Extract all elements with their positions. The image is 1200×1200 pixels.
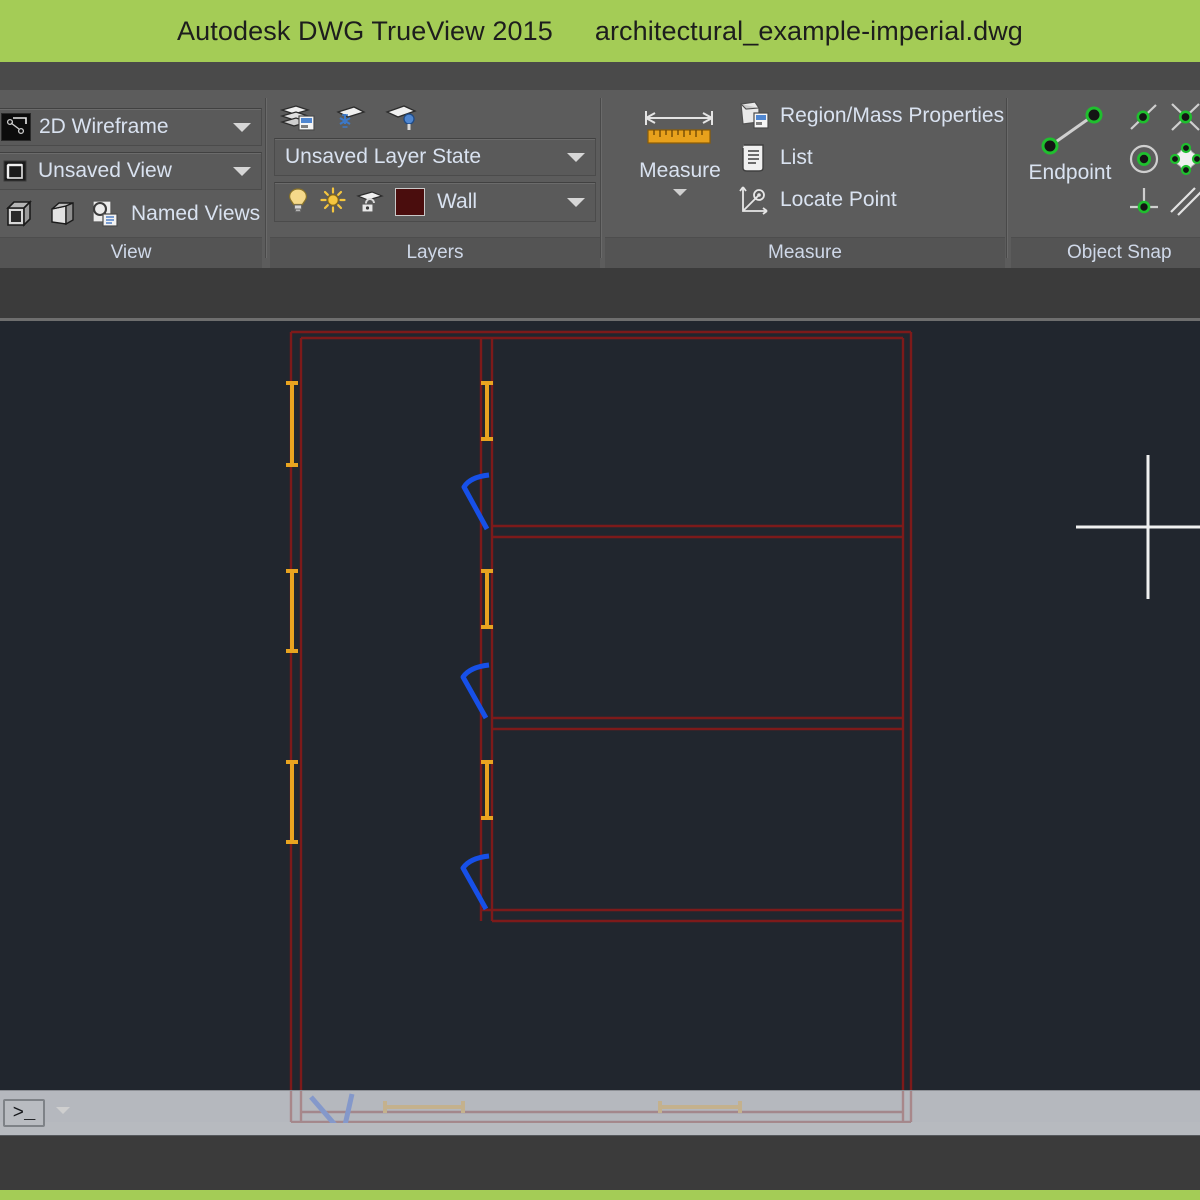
list-icon — [742, 144, 764, 172]
command-line-bar[interactable]: >_ — [0, 1090, 1200, 1137]
view-combo-value: Unsaved View — [38, 159, 172, 182]
ribbon-panel-object-snap: Endpoint Object Snap — [1011, 90, 1200, 268]
snap-center-icon — [1129, 144, 1159, 174]
chevron-down-icon[interactable] — [567, 152, 585, 162]
locate-point-button[interactable]: Locate Point — [737, 184, 897, 216]
ribbon-tab-strip[interactable] — [0, 62, 1200, 91]
drawing-see-through — [289, 1091, 913, 1123]
box-solid-icon — [6, 200, 32, 227]
visual-style-value: 2D Wireframe — [39, 115, 169, 138]
snap-endpoint-icon — [1041, 106, 1103, 155]
panel-divider — [265, 98, 267, 258]
chevron-down-icon[interactable] — [56, 1107, 70, 1114]
chevron-down-icon[interactable] — [233, 166, 251, 176]
locate-point-label: Locate Point — [780, 188, 897, 211]
panel-title-view: View — [0, 237, 262, 268]
visual-style-icon — [1, 113, 31, 141]
application-title: Autodesk DWG TrueView 2015 — [177, 15, 553, 46]
snap-center-button[interactable] — [1123, 140, 1165, 183]
locate-point-icon — [739, 186, 768, 215]
list-label: List — [780, 146, 813, 169]
lightbulb-icon[interactable] — [285, 186, 311, 219]
snap-node-button[interactable] — [1165, 140, 1200, 183]
visual-style-combo[interactable]: 2D Wireframe — [0, 108, 262, 146]
snap-midpoint-icon — [1130, 104, 1157, 130]
chevron-down-icon[interactable] — [567, 197, 585, 207]
view-shaded-button[interactable] — [46, 198, 80, 230]
box-shaded-icon — [51, 201, 74, 226]
drawing-tab-strip — [0, 268, 1200, 321]
window-bottom-edge — [0, 1190, 1200, 1200]
view-combo[interactable]: Unsaved View — [0, 152, 262, 190]
layer-freeze-icon — [336, 106, 366, 128]
chevron-down-icon[interactable] — [673, 189, 687, 196]
named-view-icon — [2, 158, 30, 184]
door-swings — [460, 472, 490, 911]
document-title: architectural_example-imperial.dwg — [594, 15, 1023, 46]
layer-state-value: Unsaved Layer State — [285, 145, 482, 168]
named-views-icon — [92, 200, 118, 227]
title-bar: Autodesk DWG TrueView 2015 architectural… — [0, 0, 1200, 64]
chevron-down-icon[interactable] — [233, 122, 251, 132]
panel-divider — [1006, 98, 1008, 258]
application-window: Autodesk DWG TrueView 2015 architectural… — [0, 0, 1200, 1200]
crosshair-cursor — [1076, 455, 1200, 599]
wall-lines — [289, 330, 913, 1121]
sun-icon[interactable] — [319, 186, 347, 219]
snap-midpoint-button[interactable] — [1123, 98, 1165, 141]
layer-combo[interactable]: Wall — [274, 182, 596, 222]
named-views-label: Named Views — [131, 202, 261, 225]
snap-intersection-icon — [1171, 103, 1200, 131]
floor-plan-drawing — [286, 330, 1200, 1121]
measure-button[interactable]: Measure — [625, 100, 735, 196]
ribbon-panel-layers: Unsaved Layer State Wall Layers — [270, 90, 600, 268]
named-views-button[interactable]: Named Views — [88, 198, 260, 230]
region-mass-properties-label: Region/Mass Properties — [780, 104, 1005, 127]
layer-isolate-button[interactable] — [382, 98, 422, 134]
region-mass-properties-icon — [740, 101, 769, 129]
command-prompt-icon[interactable]: >_ — [3, 1099, 45, 1127]
window-markers — [286, 381, 493, 844]
layer-state-combo[interactable]: Unsaved Layer State — [274, 138, 596, 176]
snap-intersection-button[interactable] — [1165, 98, 1200, 141]
layer-freeze-button[interactable] — [330, 98, 370, 134]
snap-node-icon — [1169, 142, 1200, 176]
view-cube-button[interactable] — [4, 198, 38, 230]
layer-properties-button[interactable] — [278, 98, 318, 134]
measure-ruler-icon — [645, 111, 713, 144]
ribbon-panel-view: 2D Wireframe Unsaved View Named Views Vi… — [0, 90, 262, 268]
ribbon-panel-measure: Measure Region/Mass Properties List Loca… — [605, 90, 1005, 268]
list-button[interactable]: List — [737, 142, 813, 174]
status-bar[interactable] — [0, 1136, 1200, 1192]
snap-perpendicular-icon — [1130, 188, 1158, 214]
layer-name-value: Wall — [437, 190, 478, 213]
snap-endpoint-label: Endpoint — [1028, 161, 1112, 184]
panel-title-layers: Layers — [270, 237, 600, 268]
snap-perpendicular-button[interactable] — [1123, 182, 1165, 225]
measure-label: Measure — [639, 159, 721, 182]
panel-divider — [600, 98, 602, 258]
layer-color-swatch[interactable] — [395, 188, 425, 216]
region-mass-properties-button[interactable]: Region/Mass Properties — [737, 100, 1004, 132]
panel-title-measure: Measure — [605, 237, 1005, 268]
unlock-icon[interactable] — [355, 186, 385, 219]
snap-parallel-button[interactable] — [1165, 182, 1200, 225]
panel-title-object-snap: Object Snap — [1011, 237, 1200, 268]
drawing-canvas[interactable] — [0, 321, 1200, 1122]
snap-parallel-icon — [1170, 187, 1200, 216]
layer-isolate-icon — [385, 105, 417, 130]
layer-properties-icon — [279, 105, 315, 131]
ribbon: 2D Wireframe Unsaved View Named Views Vi… — [0, 90, 1200, 269]
snap-endpoint-button[interactable]: Endpoint — [1017, 98, 1123, 185]
